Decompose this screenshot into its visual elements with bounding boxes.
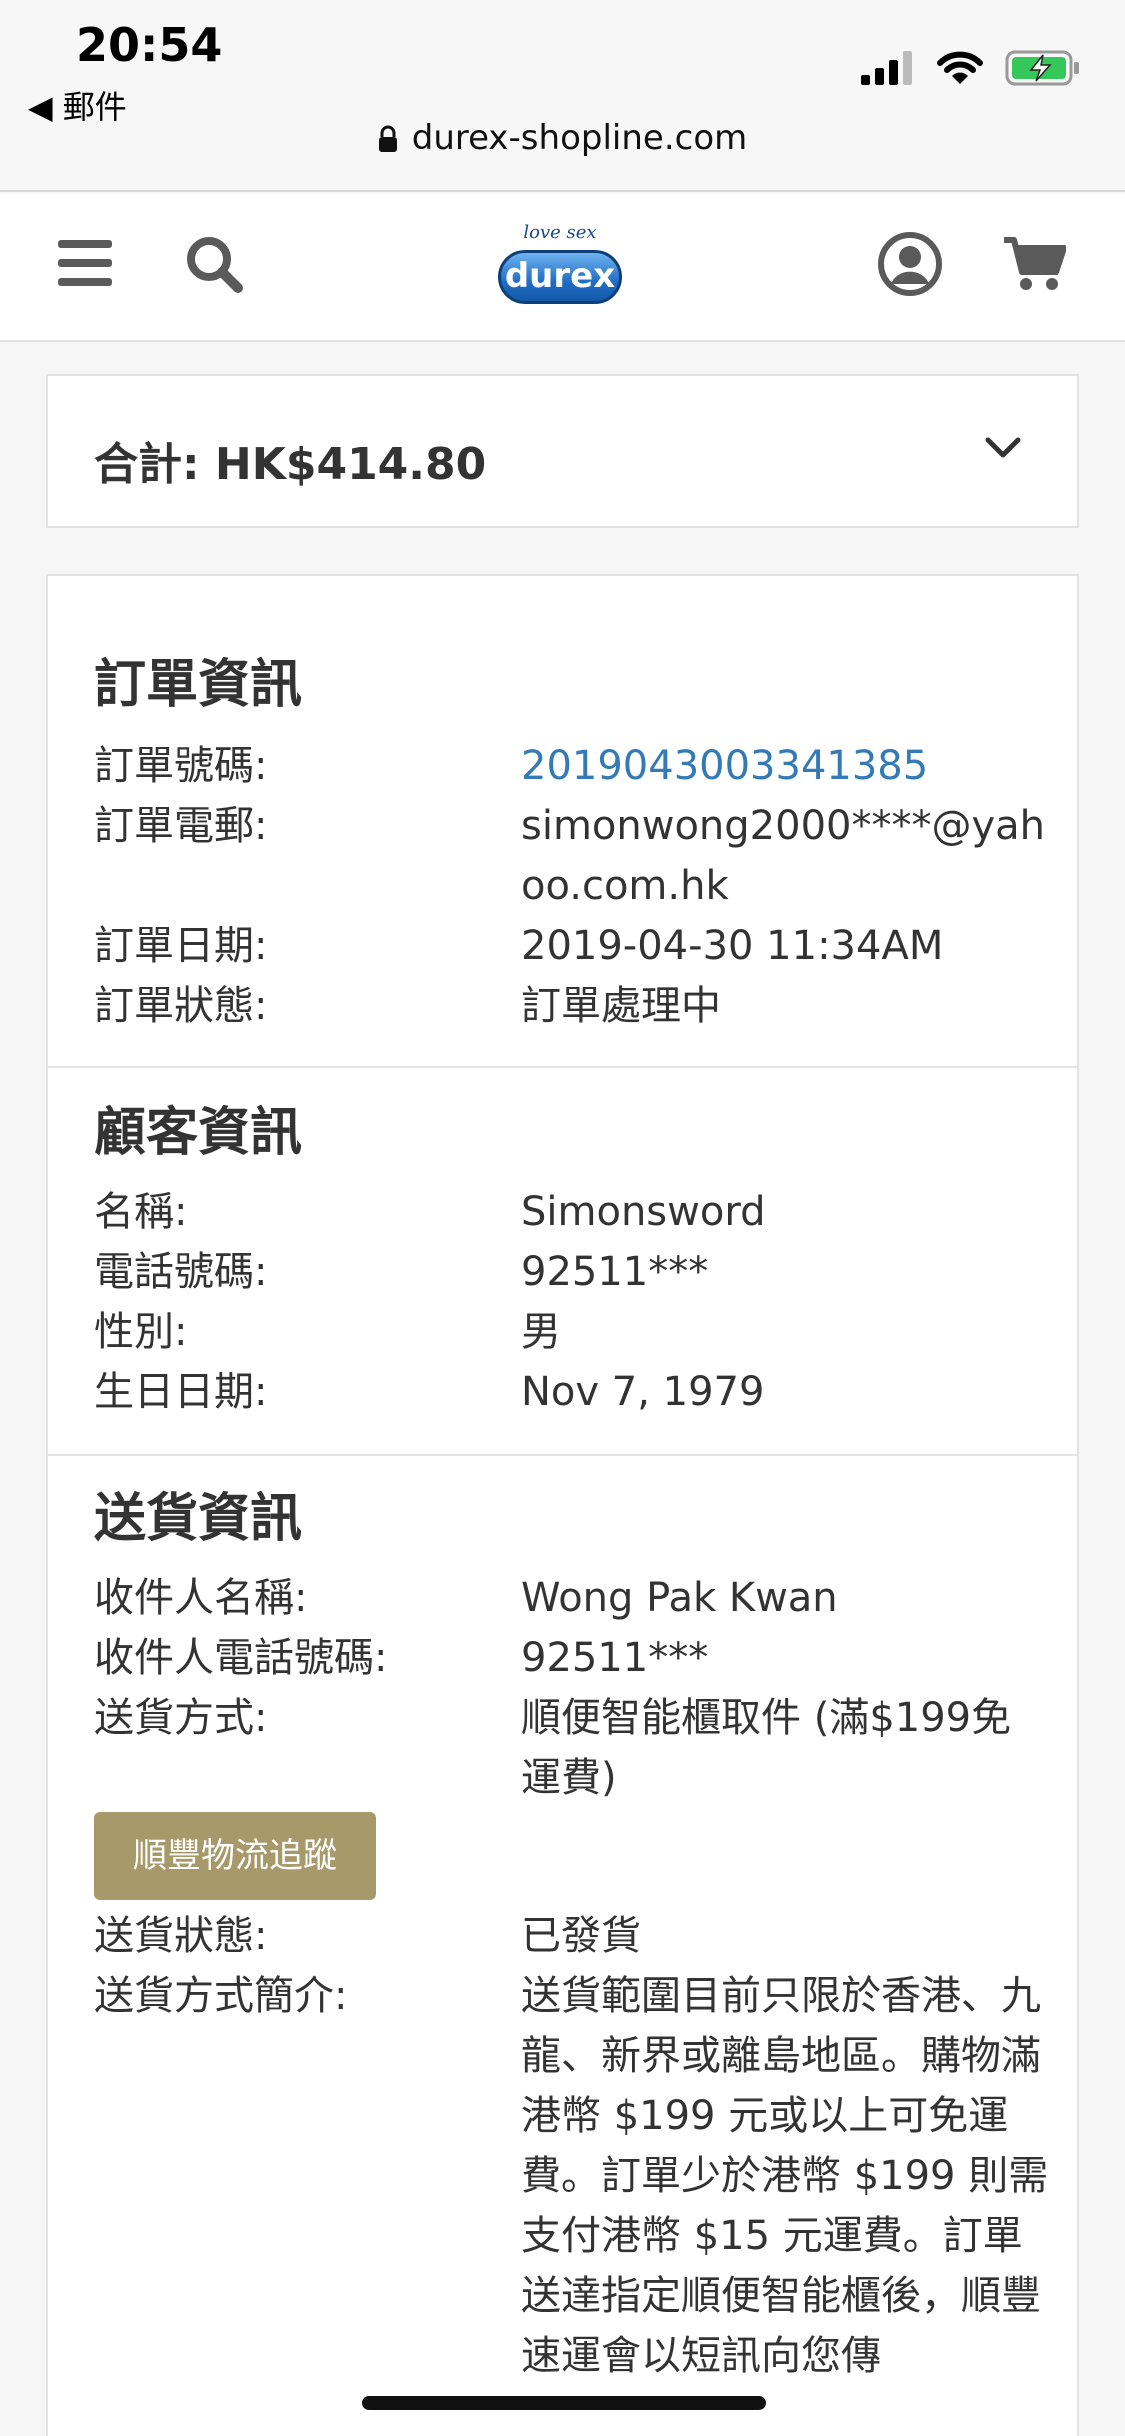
customer-info-title: 顧客資訊: [94, 1103, 303, 1163]
signal-icon: [861, 51, 912, 85]
row-value: 92511***: [521, 1635, 709, 1681]
account-icon[interactable]: [878, 232, 942, 296]
row-label: 收件人電話號碼:: [94, 1635, 388, 1681]
cart-icon[interactable]: [1004, 236, 1066, 292]
order-email-row: 訂單電郵: simonwong2000****@yahoo.com.hk: [94, 796, 1054, 916]
delivery-description: 送貨範圍目前只限於香港、九龍、新界或離島地區。購物滿港幣 $199 元或以上可免…: [521, 1973, 1049, 2379]
delivery-info-title: 送貨資訊: [94, 1489, 303, 1549]
row-value: 男: [521, 1309, 561, 1355]
lock-icon: [378, 125, 397, 152]
row-value: 順便智能櫃取件 (滿$199免運費): [521, 1695, 1012, 1801]
delivery-method-row: 送貨方式: 順便智能櫃取件 (滿$199免運費): [94, 1688, 1054, 1808]
menu-icon[interactable]: [58, 238, 112, 288]
chevron-down-icon: [985, 437, 1021, 458]
battery-charging-icon: [1005, 50, 1079, 86]
row-label: 名稱:: [94, 1189, 188, 1235]
row-value: Nov 7, 1979: [521, 1369, 765, 1415]
url-text: durex-shopline.com: [411, 118, 748, 158]
row-value: Simonsword: [521, 1189, 766, 1235]
section-divider: [48, 1066, 1077, 1068]
browser-status-bar: 20:54 ◀ 郵件 durex-shopline.com: [0, 0, 1125, 192]
sf-tracking-button[interactable]: 順豐物流追蹤: [94, 1812, 376, 1900]
order-total-toggle[interactable]: 合計: HK$414.80: [46, 374, 1079, 528]
row-value: 訂單處理中: [521, 983, 721, 1029]
home-indicator: [362, 2396, 766, 2410]
order-total-label: 合計: HK$414.80: [94, 439, 487, 490]
durex-logo[interactable]: love sex durex: [490, 218, 630, 318]
row-label: 電話號碼:: [94, 1249, 268, 1295]
row-value: 2019-04-30 11:34AM: [521, 923, 944, 969]
search-icon[interactable]: [184, 234, 244, 294]
order-details-card: 訂單資訊 訂單號碼: 2019043003341385 訂單電郵: simonw…: [46, 574, 1079, 2436]
row-label: 訂單號碼:: [94, 743, 268, 789]
row-label: 訂單電郵:: [94, 803, 268, 849]
section-divider: [48, 1454, 1077, 1456]
wifi-icon: [937, 51, 983, 84]
row-value: simonwong2000****@yahoo.com.hk: [521, 803, 1046, 909]
row-label: 收件人名稱:: [94, 1575, 308, 1621]
row-label: 送貨方式:: [94, 1695, 268, 1741]
order-info-title: 訂單資訊: [94, 655, 303, 715]
row-label: 性別:: [94, 1309, 188, 1355]
order-number-link[interactable]: 2019043003341385: [521, 736, 1051, 796]
site-header: love sex durex: [0, 194, 1125, 342]
row-label: 送貨方式簡介:: [94, 1973, 348, 2019]
row-value: 已發貨: [521, 1913, 641, 1959]
row-label: 訂單狀態:: [94, 983, 268, 1029]
row-value: 92511***: [521, 1249, 709, 1295]
row-label: 送貨狀態:: [94, 1913, 268, 1959]
logo-brand: durex: [498, 250, 622, 304]
status-icons: [861, 48, 1081, 88]
logo-tagline: love sex: [523, 222, 597, 243]
row-value: Wong Pak Kwan: [521, 1575, 838, 1621]
status-time: 20:54: [76, 18, 223, 72]
url-bar[interactable]: durex-shopline.com: [0, 118, 1125, 158]
row-label: 訂單日期:: [94, 923, 268, 969]
delivery-description-row: 送貨方式簡介: 送貨範圍目前只限於香港、九龍、新界或離島地區。購物滿港幣 $19…: [94, 1966, 1054, 2436]
row-label: 生日日期:: [94, 1369, 268, 1415]
